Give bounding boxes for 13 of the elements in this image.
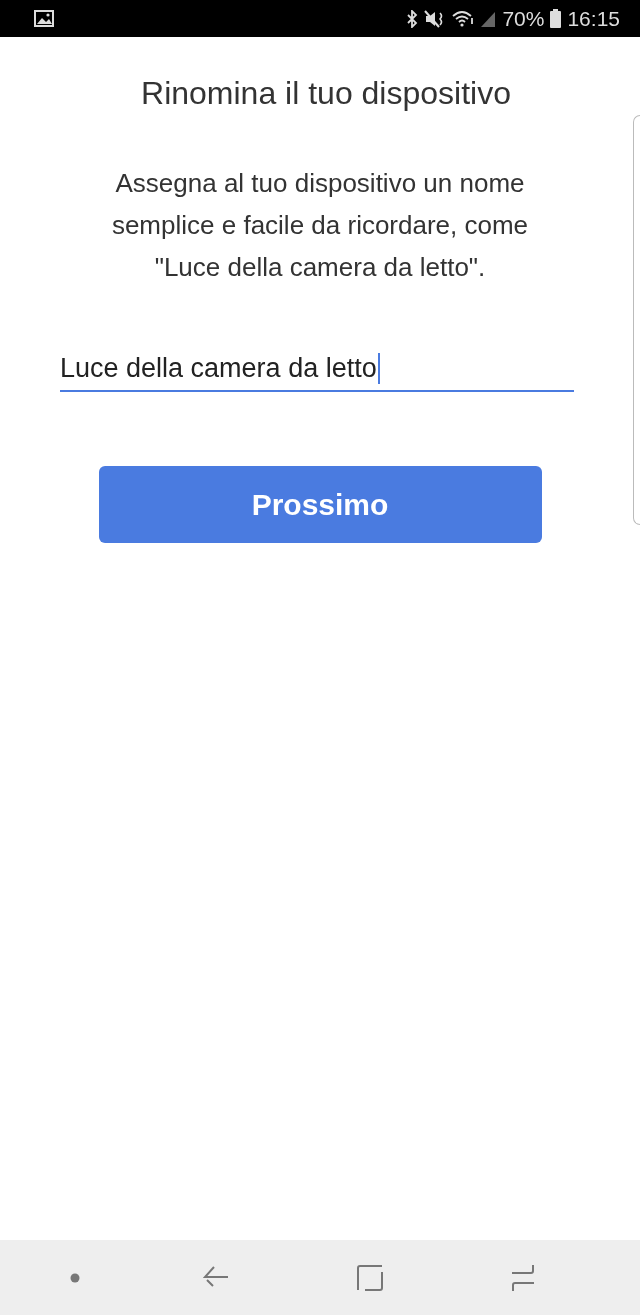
dot-icon	[69, 1272, 80, 1283]
device-name-field[interactable]: Luce della camera da letto	[60, 346, 574, 392]
text-cursor	[377, 353, 380, 384]
clock-time: 16:15	[567, 6, 620, 31]
gallery-icon	[34, 10, 54, 27]
next-button[interactable]: Prossimo	[98, 466, 542, 543]
page-title: Rinomina il tuo dispositivo	[141, 75, 511, 112]
recents-icon	[510, 1263, 537, 1292]
description-text: Assegna al tuo dispositivo un nome semplice e facile da ricordare, come "Luce della camera da letto".	[110, 167, 530, 284]
battery-icon	[550, 9, 562, 28]
battery-percentage: 70%	[502, 6, 545, 31]
wifi-icon	[452, 9, 475, 28]
bluetooth-icon	[406, 9, 419, 28]
